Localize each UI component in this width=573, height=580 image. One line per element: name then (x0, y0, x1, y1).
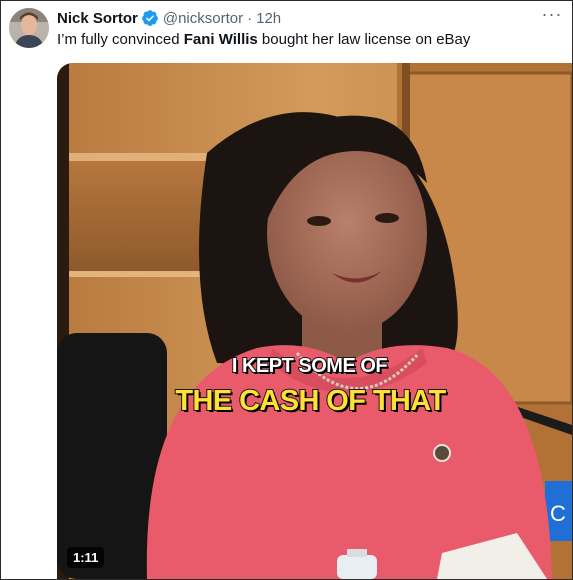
video-player[interactable]: C I KEPT SOME OF THE CASH OF THAT 1:11 (57, 63, 572, 579)
video-caption-line-2: THE CASH OF THAT (174, 384, 447, 418)
tweet-text-part: bought her law license on eBay (257, 31, 471, 48)
avatar-image (9, 8, 49, 48)
svg-text:C: C (550, 501, 566, 526)
tweet-text: I’m fully convinced Fani Willis bought h… (57, 30, 470, 50)
separator-dot: · (247, 9, 253, 27)
verified-badge-icon (141, 9, 159, 27)
tweet-text-bold: Fani Willis (183, 31, 258, 48)
author-handle[interactable]: @nicksortor (163, 10, 243, 27)
tweet-card[interactable]: Nick Sortor @nicksortor · 12h ··· I’m fu… (0, 0, 573, 580)
author-name[interactable]: Nick Sortor (57, 10, 138, 27)
avatar[interactable] (9, 8, 49, 48)
tweet-text-part: I’m fully convinced (57, 31, 184, 48)
video-frame: C (57, 63, 572, 579)
video-duration-badge: 1:11 (67, 547, 105, 568)
more-options-icon[interactable]: ··· (540, 4, 564, 24)
video-caption-line-1: I KEPT SOME OF (231, 354, 389, 378)
tweet-header: Nick Sortor @nicksortor · 12h (57, 8, 281, 28)
timestamp[interactable]: 12h (256, 10, 281, 27)
